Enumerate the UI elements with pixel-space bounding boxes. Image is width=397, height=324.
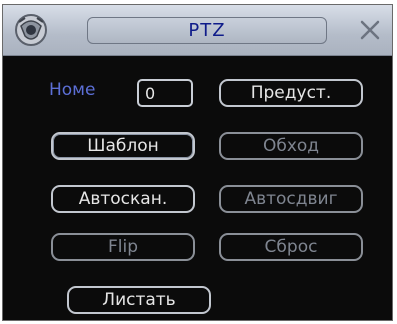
number-input[interactable]: 0 [137,79,193,107]
ptz-dialog: PTZ Номе 0 Предуст. Шаблон Обход Автоска… [2,4,393,321]
autopan-button[interactable]: Автосдвиг [219,185,363,213]
ptz-camera-icon [15,14,47,46]
close-icon[interactable] [358,18,382,42]
reset-button[interactable]: Сброс [219,233,363,261]
window-title: PTZ [87,17,327,44]
template-button[interactable]: Шаблон [51,132,195,160]
preset-button[interactable]: Предуст. [219,79,363,107]
autoscan-button[interactable]: Автоскан. [51,185,195,213]
tour-button[interactable]: Обход [219,132,363,160]
title-bar: PTZ [3,5,392,56]
flip-button[interactable]: Flip [51,233,195,261]
number-label: Номе [49,80,96,100]
page-button[interactable]: Листать [67,286,211,314]
